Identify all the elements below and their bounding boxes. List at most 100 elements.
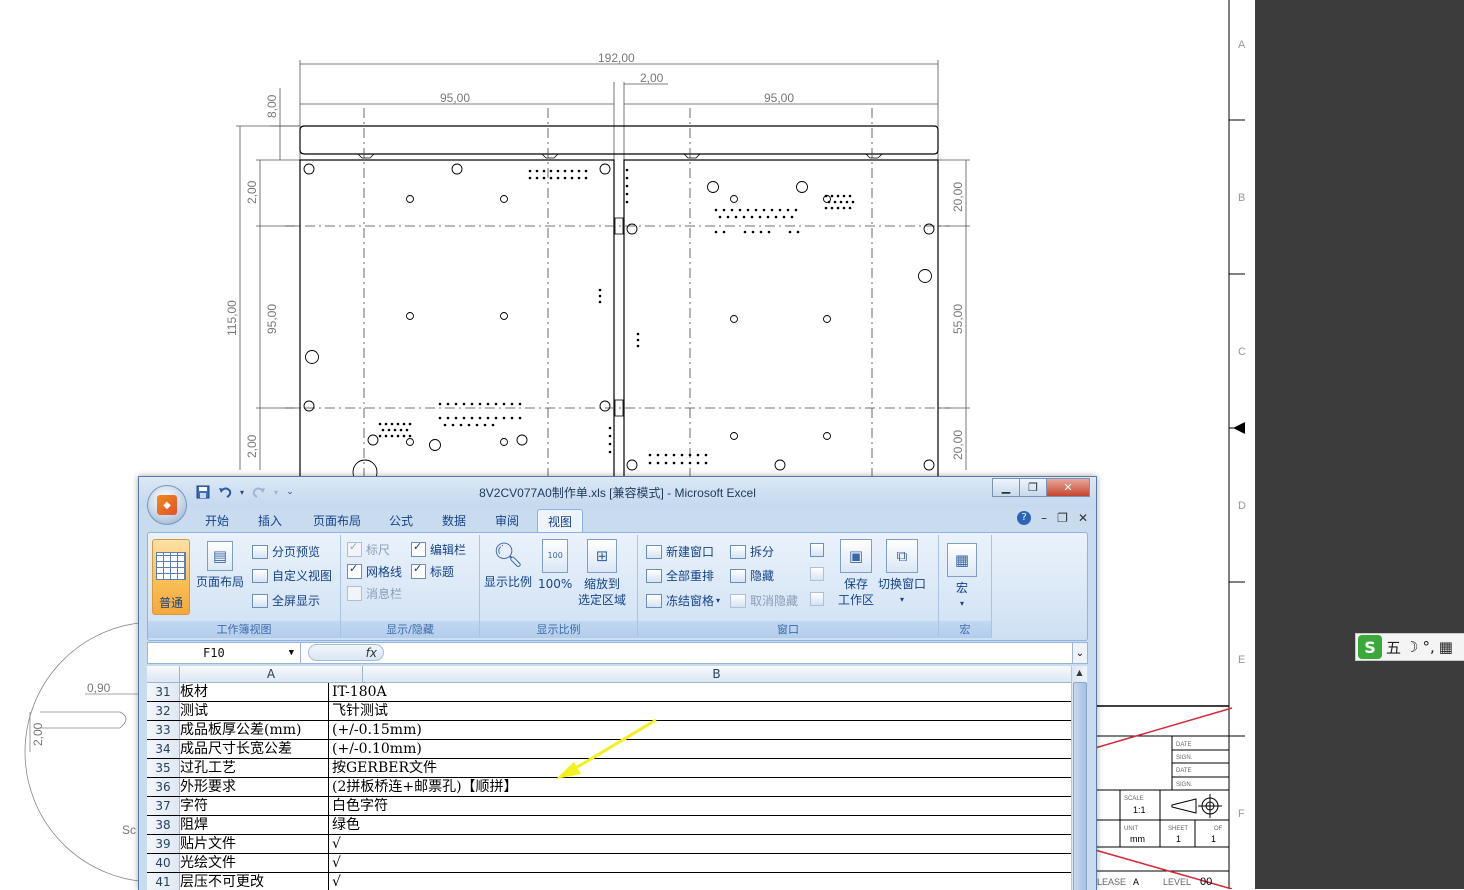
row-number[interactable]: 33 xyxy=(147,721,180,739)
tab-view[interactable]: 视图 xyxy=(537,509,583,532)
column-header-b[interactable]: B xyxy=(363,666,1070,682)
page-break-preview-button[interactable]: 分页预览 xyxy=(252,543,320,560)
row-number[interactable]: 37 xyxy=(147,797,180,815)
cell-a[interactable]: 板材 xyxy=(180,683,329,701)
sync-scroll-icon[interactable] xyxy=(810,567,828,581)
view-side-by-side-icon[interactable] xyxy=(810,543,828,557)
zoom-100-button[interactable]: 100 100% xyxy=(538,539,572,592)
cell-a[interactable]: 过孔工艺 xyxy=(180,759,329,777)
minimize-button[interactable]: ▁ xyxy=(992,478,1020,497)
split-button[interactable]: 拆分 xyxy=(730,543,774,560)
close-icon: ✕ xyxy=(1063,481,1073,494)
tab-review[interactable]: 审阅 xyxy=(487,509,527,531)
cell-a[interactable]: 层压不可更改 xyxy=(180,873,329,890)
reset-window-position-icon[interactable] xyxy=(810,592,828,606)
column-header-a[interactable]: A xyxy=(180,666,363,682)
cell-b[interactable]: 按GERBER文件 xyxy=(330,759,1071,777)
tab-data[interactable]: 数据 xyxy=(434,509,474,531)
workbook-minimize-icon[interactable]: – xyxy=(1041,511,1047,525)
arrange-all-label: 全部重排 xyxy=(666,569,715,583)
row-number[interactable]: 40 xyxy=(147,854,180,872)
row-number[interactable]: 36 xyxy=(147,778,180,796)
zoom-label: 显示比例 xyxy=(484,575,533,589)
name-box-dropdown-icon[interactable]: ▼ xyxy=(289,648,294,658)
page-layout-view-button[interactable]: ▤ 页面布局 xyxy=(196,541,244,590)
vertical-scrollbar[interactable]: ▲ xyxy=(1071,666,1087,890)
message-bar-checkbox[interactable]: 消息栏 xyxy=(347,585,402,602)
cell-a[interactable]: 测试 xyxy=(180,702,329,720)
full-screen-button[interactable]: 全屏显示 xyxy=(252,592,320,609)
row-number[interactable]: 41 xyxy=(147,873,180,890)
cell-b[interactable]: √ xyxy=(330,854,1071,872)
office-button[interactable]: ◆ xyxy=(147,485,187,525)
workbook-restore-icon[interactable]: ❐ xyxy=(1057,511,1068,525)
tab-page-layout[interactable]: 页面布局 xyxy=(305,509,369,531)
cell-b[interactable]: 白色字符 xyxy=(330,797,1071,815)
hide-button[interactable]: 隐藏 xyxy=(730,567,774,584)
formula-bar-checkbox[interactable]: 编辑栏 xyxy=(411,540,466,558)
unhide-button[interactable]: 取消隐藏 xyxy=(730,592,798,609)
row-number[interactable]: 35 xyxy=(147,759,180,777)
cell-a[interactable]: 外形要求 xyxy=(180,778,329,796)
cell-a[interactable]: 阻焊 xyxy=(180,816,329,834)
ime-keyboard-icon[interactable]: ▦ xyxy=(1439,638,1453,656)
tab-formulas[interactable]: 公式 xyxy=(381,509,421,531)
excel-titlebar[interactable]: ▾ ▾ ⌄ 8V2CV077A0制作单.xls [兼容模式] - Microso… xyxy=(139,477,1096,507)
cell-a[interactable]: 字符 xyxy=(180,797,329,815)
zoom-to-selection-button[interactable]: ⊞ 缩放到 选定区域 xyxy=(578,539,626,608)
ime-punct-icon[interactable]: °, xyxy=(1422,638,1434,656)
scrollbar-thumb[interactable] xyxy=(1073,682,1087,890)
cell-a[interactable]: 成品尺寸长宽公差 xyxy=(180,740,329,758)
ime-mode-char[interactable]: 五 xyxy=(1386,637,1401,658)
ruler-check-icon xyxy=(347,540,362,557)
table-row: 32 测试 飞针测试 xyxy=(147,702,1071,721)
cell-b[interactable]: √ xyxy=(330,835,1071,853)
cell-b[interactable]: 飞针测试 xyxy=(330,702,1071,720)
cell-a[interactable]: 光绘文件 xyxy=(180,854,329,872)
switch-windows-button[interactable]: ⧉ 切换窗口 ▾ xyxy=(878,539,926,608)
row-number[interactable]: 34 xyxy=(147,740,180,758)
row-number[interactable]: 38 xyxy=(147,816,180,834)
new-window-button[interactable]: 新建窗口 xyxy=(646,543,714,560)
select-all-corner[interactable] xyxy=(147,666,180,682)
scroll-up-icon[interactable]: ▲ xyxy=(1072,666,1087,680)
ime-logo-icon[interactable]: S xyxy=(1358,635,1382,659)
cell-b[interactable]: (2拼板桥连+邮票孔)【顺拼】 xyxy=(330,778,1071,796)
ime-moon-icon[interactable]: ☽ xyxy=(1405,638,1418,656)
normal-view-button[interactable]: 普通 xyxy=(152,539,190,615)
message-bar-label: 消息栏 xyxy=(366,587,403,601)
help-icon[interactable]: ? xyxy=(1017,511,1032,525)
row-number[interactable]: 32 xyxy=(147,702,180,720)
tab-home[interactable]: 开始 xyxy=(197,509,237,531)
cell-b[interactable]: (+/-0.10mm) xyxy=(330,740,1071,758)
insert-function-button[interactable]: fx xyxy=(308,644,384,661)
worksheet-grid[interactable]: A B 31 板材 IT-180A 32 测试 飞针测试 33 成品板厚公差(mm) (+/-0… xyxy=(147,666,1071,890)
arrange-all-button[interactable]: 全部重排 xyxy=(646,567,714,584)
formula-input[interactable] xyxy=(388,643,1072,663)
ime-toolbar[interactable]: S 五 ☽ °, ▦ xyxy=(1355,633,1464,661)
cell-b[interactable]: √ xyxy=(330,873,1071,890)
restore-button[interactable]: ❐ xyxy=(1019,478,1047,497)
ruler-checkbox[interactable]: 标尺 xyxy=(347,540,390,558)
macros-button[interactable]: ▦ 宏 ▾ xyxy=(947,543,977,612)
row-number[interactable]: 39 xyxy=(147,835,180,853)
name-box[interactable]: F10 ▼ xyxy=(148,643,301,663)
tab-insert[interactable]: 插入 xyxy=(250,509,290,531)
dark-side-panel xyxy=(1256,0,1464,889)
save-workspace-button[interactable]: ▣ 保存 工作区 xyxy=(838,539,874,608)
row-number[interactable]: 31 xyxy=(147,683,180,701)
custom-views-button[interactable]: 自定义视图 xyxy=(252,567,332,584)
gridlines-checkbox[interactable]: 网格线 xyxy=(347,562,402,580)
cell-a[interactable]: 成品板厚公差(mm) xyxy=(180,721,329,739)
zoom-button[interactable]: 🔍︎ 显示比例 xyxy=(484,539,532,590)
close-button[interactable]: ✕ xyxy=(1046,478,1090,497)
cell-b[interactable]: (+/-0.15mm) xyxy=(330,721,1071,739)
expand-formula-bar-icon[interactable]: ⌄ xyxy=(1072,643,1087,663)
freeze-panes-button[interactable]: 冻结窗格 ▾ xyxy=(646,592,720,609)
workbook-close-icon[interactable]: ✕ xyxy=(1078,511,1088,525)
cell-b[interactable]: 绿色 xyxy=(330,816,1071,834)
cell-b[interactable]: IT-180A xyxy=(330,683,1071,701)
headings-checkbox[interactable]: 标题 xyxy=(411,562,454,580)
cell-a[interactable]: 贴片文件 xyxy=(180,835,329,853)
dim-right-v1: 20,00 xyxy=(951,182,965,212)
